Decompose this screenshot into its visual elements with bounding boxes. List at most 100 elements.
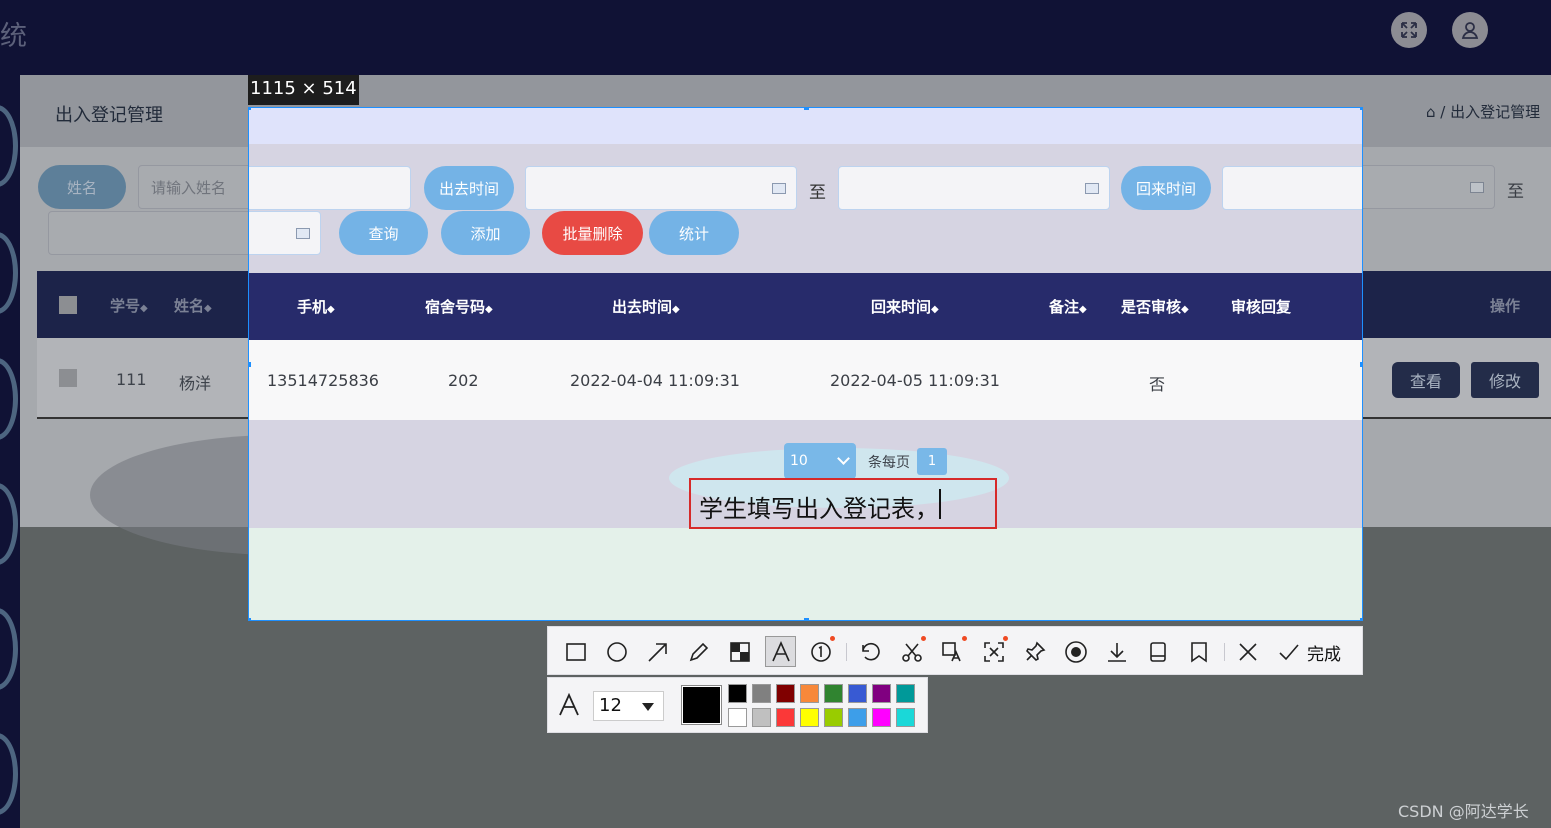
color-swatch[interactable] — [776, 708, 795, 727]
toolbar-divider — [846, 643, 847, 661]
page-size-select[interactable]: 10 — [784, 443, 856, 479]
cell-dorm: 202 — [448, 371, 479, 390]
toolbar-divider — [1224, 643, 1225, 661]
scissors-icon[interactable] — [899, 636, 926, 664]
chevron-down-icon — [837, 452, 850, 465]
number-marker-icon[interactable] — [808, 636, 835, 664]
batch-delete-button[interactable]: 批量删除 — [542, 211, 643, 255]
color-swatch[interactable] — [752, 708, 771, 727]
color-swatch[interactable] — [728, 708, 747, 727]
back-time-start-field[interactable] — [1222, 166, 1362, 210]
resize-handle[interactable] — [249, 362, 251, 367]
check-icon[interactable] — [1276, 639, 1301, 664]
sidebar-item[interactable] — [0, 105, 18, 187]
undo-icon[interactable] — [857, 639, 882, 664]
out-time-end-field[interactable] — [838, 166, 1110, 210]
resize-handle[interactable] — [804, 618, 809, 620]
font-icon — [556, 692, 581, 717]
view-button[interactable]: 查看 — [1392, 362, 1460, 398]
screenshot-selection[interactable]: 出去时间 至 回来时间 查询 添加 批量删除 统计 手机◆ 宿舍号码◆ 出去时间… — [248, 107, 1363, 621]
color-swatch[interactable] — [848, 708, 867, 727]
column-header-dorm[interactable]: 宿舍号码◆ — [425, 296, 493, 317]
resize-handle[interactable] — [1360, 108, 1362, 110]
resize-handle[interactable] — [249, 618, 251, 620]
text-style-bar: 12 — [547, 677, 928, 733]
calendar-icon — [1085, 183, 1099, 194]
save-icon[interactable] — [1145, 639, 1170, 664]
select-all-checkbox[interactable] — [59, 296, 77, 314]
row-checkbox[interactable] — [59, 369, 77, 387]
record-icon[interactable] — [1063, 639, 1088, 664]
resize-handle[interactable] — [1360, 362, 1362, 367]
color-swatch[interactable] — [800, 684, 819, 703]
ocr-icon[interactable] — [940, 636, 967, 664]
color-swatch[interactable] — [728, 684, 747, 703]
resize-handle[interactable] — [1360, 618, 1362, 620]
cell-student-id: 111 — [116, 370, 147, 389]
user-avatar-icon[interactable] — [1452, 12, 1488, 48]
selection-header-area — [249, 108, 1362, 144]
sidebar-item[interactable] — [0, 608, 18, 690]
selection-bottom-area — [249, 528, 1362, 620]
column-header-student-id[interactable]: 学号◆ — [110, 295, 148, 316]
color-swatch[interactable] — [896, 708, 915, 727]
resize-handle[interactable] — [249, 108, 251, 110]
mosaic-icon[interactable] — [727, 639, 752, 664]
column-header-actions: 操作 — [1490, 297, 1521, 315]
pencil-icon[interactable] — [686, 639, 711, 664]
color-swatch[interactable] — [752, 684, 771, 703]
back-time-label: 回来时间 — [1121, 166, 1211, 210]
resize-handle[interactable] — [804, 108, 809, 110]
out-time-start-field[interactable] — [525, 166, 797, 210]
scan-icon[interactable] — [981, 636, 1008, 664]
sidebar-item[interactable] — [0, 232, 18, 314]
fullscreen-icon[interactable] — [1391, 12, 1427, 48]
add-button[interactable]: 添加 — [441, 211, 530, 255]
pin-icon[interactable] — [1022, 639, 1047, 664]
text-icon[interactable] — [765, 636, 796, 667]
current-color[interactable] — [681, 685, 722, 725]
color-swatch[interactable] — [872, 684, 891, 703]
sidebar-item[interactable] — [0, 358, 18, 440]
sidebar-item[interactable] — [0, 733, 18, 815]
text-annotation[interactable]: 学生填写出入登记表， — [699, 489, 939, 524]
system-title: 统 — [0, 21, 27, 52]
home-icon[interactable]: ⌂ — [1426, 103, 1440, 121]
watermark: CSDN @阿达学长 — [1398, 802, 1529, 821]
done-button[interactable]: 完成 — [1307, 640, 1341, 665]
color-swatch[interactable] — [848, 684, 867, 703]
query-button[interactable]: 查询 — [339, 211, 428, 255]
color-swatch[interactable] — [824, 708, 843, 727]
color-swatch[interactable] — [872, 708, 891, 727]
breadcrumb: ⌂ / 出入登记管理 — [1426, 101, 1540, 122]
column-header-note[interactable]: 备注◆ — [1049, 296, 1087, 317]
column-header-name[interactable]: 姓名◆ — [174, 295, 212, 316]
name-input-visible[interactable] — [249, 166, 411, 210]
color-swatch[interactable] — [776, 684, 795, 703]
color-swatch[interactable] — [800, 708, 819, 727]
stats-button[interactable]: 统计 — [649, 211, 739, 255]
bookmark-icon[interactable] — [1186, 639, 1211, 664]
column-header-audited[interactable]: 是否审核◆ — [1121, 296, 1189, 317]
font-size-select[interactable]: 12 — [593, 691, 664, 721]
rectangle-icon[interactable] — [563, 639, 588, 664]
color-swatch[interactable] — [896, 684, 915, 703]
color-swatch[interactable] — [824, 684, 843, 703]
download-icon[interactable] — [1104, 639, 1129, 664]
page-number-button[interactable]: 1 — [917, 448, 947, 475]
text-annotation-box[interactable]: 学生填写出入登记表， — [689, 478, 997, 529]
close-icon[interactable] — [1235, 639, 1260, 664]
cell-audited: 否 — [1149, 375, 1166, 394]
selection-size-label: 1115 × 514 — [248, 75, 359, 105]
breadcrumb-text: / 出入登记管理 — [1440, 103, 1541, 121]
column-header-phone[interactable]: 手机◆ — [297, 296, 335, 317]
sidebar-item[interactable] — [0, 483, 18, 565]
ellipse-icon[interactable] — [604, 639, 629, 664]
arrow-icon[interactable] — [645, 639, 670, 664]
column-header-out-time[interactable]: 出去时间◆ — [612, 296, 680, 317]
column-header-back-time[interactable]: 回来时间◆ — [871, 296, 939, 317]
range-separator: 至 — [809, 183, 826, 203]
edit-button[interactable]: 修改 — [1471, 362, 1539, 398]
name-label: 姓名 — [38, 165, 126, 209]
back-time-end-field[interactable] — [249, 211, 321, 255]
